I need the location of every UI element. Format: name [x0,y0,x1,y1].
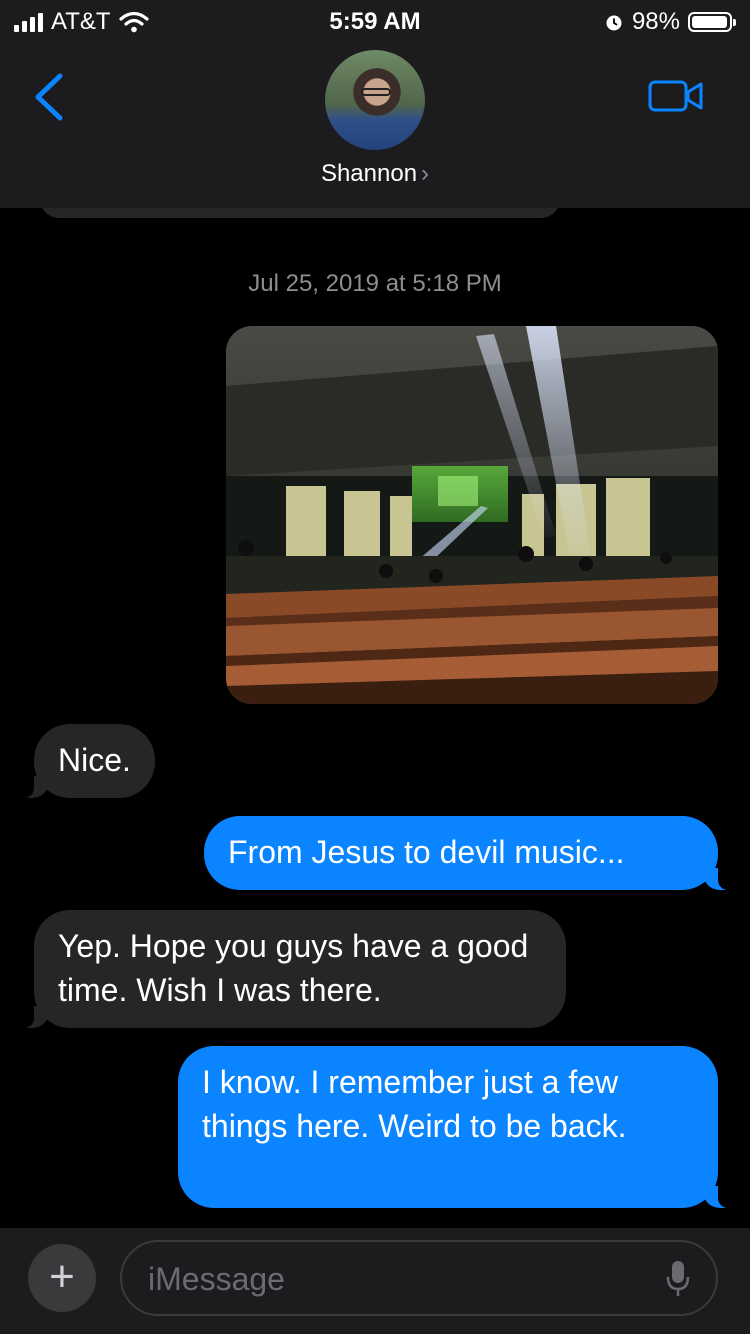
chevron-right-icon: › [421,160,430,187]
message-input-field[interactable] [120,1240,718,1316]
apps-plus-button[interactable]: + [28,1244,96,1312]
video-call-icon[interactable] [648,78,704,114]
imessage-input[interactable] [146,1254,630,1304]
message-text: Yep. Hope you guys have a good time. Wis… [58,928,529,1008]
contact-name: Shannon [320,160,418,187]
incoming-message-bubble[interactable]: Yep. Hope you guys have a good time. Wis… [14,910,566,1028]
contact-name-button[interactable]: Shannon › [0,160,750,188]
message-text: I know. I remember just a few things her… [202,1064,627,1144]
outgoing-message-bubble[interactable]: I know. I remember just a few things her… [178,1046,738,1208]
status-bar: AT&T 5:59 AM 98% [0,0,750,44]
battery-icon [688,12,736,32]
back-chevron-icon[interactable] [30,72,70,122]
message-text: Nice. [58,742,131,778]
message-timestamp: Jul 25, 2019 at 5:18 PM [248,270,502,297]
outgoing-message-bubble[interactable]: From Jesus to devil music... [204,816,738,890]
message-text: From Jesus to devil music... [228,834,625,870]
alarm-icon [606,15,622,31]
microphone-icon[interactable] [666,1260,690,1298]
contact-avatar[interactable] [325,50,425,150]
photo-attachment[interactable] [226,326,718,704]
incoming-message-bubble[interactable]: Nice. [14,724,155,798]
battery-percent: 98% [631,8,680,35]
